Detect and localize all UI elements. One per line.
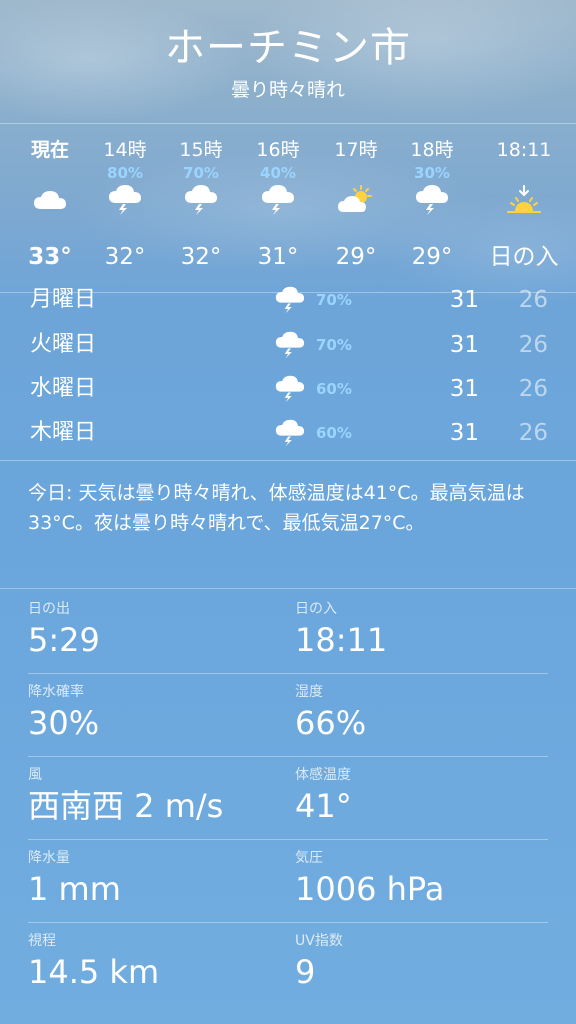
day-high: 31	[449, 332, 479, 358]
detail-sunset: 日の入 18:11	[295, 590, 555, 673]
detail-wind: 風 西南西 2 m/s	[28, 756, 288, 839]
detail-feels-like: 体感温度 41°	[295, 756, 555, 839]
hourly-item: 14時 80% 32°	[87, 124, 163, 292]
day-low: 26	[518, 376, 548, 402]
hourly-item: 16時 40% 31°	[240, 124, 316, 292]
day-low: 26	[518, 420, 548, 446]
detail-value: 西南西 2 m/s	[28, 787, 224, 825]
detail-row: 降水量 1 mm 気圧 1006 hPa	[28, 839, 548, 923]
detail-row: 日の出 5:29 日の入 18:11	[28, 590, 548, 674]
header: ホーチミン市 曇り時々晴れ	[0, 24, 576, 102]
detail-row: 風 西南西 2 m/s 体感温度 41°	[28, 756, 548, 840]
detail-pressure: 気圧 1006 hPa	[295, 839, 555, 922]
detail-value: 41°	[295, 787, 352, 825]
detail-label: 日の入	[295, 601, 337, 617]
hour-time: 14時	[103, 139, 147, 161]
detail-label: 体感温度	[295, 767, 351, 783]
hour-time: 17時	[334, 139, 378, 161]
hour-precip-chance: 70%	[183, 164, 219, 182]
detail-label: 降水確率	[28, 684, 84, 700]
hour-temp: 29°	[411, 244, 453, 270]
hourly-forecast[interactable]: 現在 33° 14時 80% 32° 15時 70% 32° 16時 40% 3…	[0, 123, 576, 293]
hourly-item: 18時 30% 29°	[394, 124, 470, 292]
day-precip-chance: 70%	[316, 336, 352, 354]
thunderstorm-icon	[272, 371, 308, 407]
detail-value: 1006 hPa	[295, 870, 445, 908]
detail-label: 視程	[28, 933, 56, 949]
thunderstorm-icon	[87, 182, 163, 218]
day-high: 31	[449, 287, 479, 313]
thunderstorm-icon	[240, 182, 316, 218]
detail-label: 気圧	[295, 850, 323, 866]
detail-row: 視程 14.5 km UV指数 9	[28, 922, 548, 1005]
day-name: 木曜日	[30, 420, 97, 445]
thunderstorm-icon	[272, 282, 308, 318]
hour-precip-chance: 80%	[107, 164, 143, 182]
sunset-icon	[486, 182, 562, 218]
detail-value: 5:29	[28, 621, 100, 659]
detail-visibility: 視程 14.5 km	[28, 922, 288, 1005]
hourly-item: 15時 70% 32°	[163, 124, 239, 292]
day-low: 26	[518, 287, 548, 313]
hour-temp: 32°	[180, 244, 222, 270]
day-precip-chance: 70%	[316, 291, 352, 309]
detail-value: 14.5 km	[28, 953, 160, 991]
daily-forecast[interactable]: 月曜日 70% 31 26 火曜日 70% 31 26 水曜日 60% 31 2…	[0, 286, 576, 461]
daily-row: 月曜日 70% 31 26	[0, 278, 576, 322]
detail-row: 降水確率 30% 湿度 66%	[28, 673, 548, 757]
day-precip-chance: 60%	[316, 380, 352, 398]
daily-row: 木曜日 60% 31 26	[0, 411, 576, 455]
city-name: ホーチミン市	[165, 25, 411, 71]
day-low: 26	[518, 332, 548, 358]
detail-label: 湿度	[295, 684, 323, 700]
detail-sunrise: 日の出 5:29	[28, 590, 288, 673]
day-high: 31	[449, 420, 479, 446]
hour-time: 現在	[30, 139, 69, 161]
thunderstorm-icon	[394, 182, 470, 218]
detail-value: 9	[295, 953, 316, 991]
hour-temp: 日の入	[489, 244, 559, 270]
cloud-icon	[12, 182, 88, 218]
detail-label: 風	[28, 767, 42, 783]
hour-time: 18時	[410, 139, 454, 161]
thunderstorm-icon	[272, 327, 308, 363]
hourly-item: 現在 33°	[12, 124, 88, 292]
thunderstorm-icon	[272, 415, 308, 451]
hourly-item: 18:11 日の入	[486, 124, 562, 292]
detail-humidity: 湿度 66%	[295, 673, 555, 756]
day-name: 月曜日	[30, 287, 97, 312]
current-condition: 曇り時々晴れ	[230, 79, 345, 101]
hour-temp: 33°	[28, 244, 72, 270]
detail-label: 日の出	[28, 601, 70, 617]
detail-uv-index: UV指数 9	[295, 922, 555, 1005]
thunderstorm-icon	[163, 182, 239, 218]
daily-row: 水曜日 60% 31 26	[0, 367, 576, 411]
hour-time: 18:11	[496, 139, 552, 161]
hour-precip-chance: 30%	[414, 164, 450, 182]
hour-precip-chance: 40%	[260, 164, 296, 182]
detail-precip-chance: 降水確率 30%	[28, 673, 288, 756]
daily-summary: 今日: 天気は曇り時々晴れ、体感温度は41°C。最高気温は33°C。夜は曇り時々…	[28, 482, 525, 534]
day-high: 31	[449, 376, 479, 402]
detail-precipitation: 降水量 1 mm	[28, 839, 288, 922]
daily-row: 火曜日 70% 31 26	[0, 323, 576, 367]
day-precip-chance: 60%	[316, 424, 352, 442]
partly-sunny-icon	[318, 182, 394, 218]
detail-value: 66%	[295, 704, 367, 742]
detail-label: UV指数	[295, 933, 343, 949]
hourly-item: 17時 29°	[318, 124, 394, 292]
day-name: 水曜日	[30, 376, 97, 401]
hour-time: 16時	[256, 139, 300, 161]
hour-time: 15時	[179, 139, 223, 161]
hour-temp: 32°	[104, 244, 146, 270]
detail-value: 1 mm	[28, 870, 121, 908]
detail-label: 降水量	[28, 850, 70, 866]
detail-value: 30%	[28, 704, 100, 742]
hour-temp: 31°	[257, 244, 299, 270]
day-name: 火曜日	[30, 332, 97, 357]
hour-temp: 29°	[335, 244, 377, 270]
detail-value: 18:11	[295, 621, 388, 659]
divider	[0, 588, 576, 589]
